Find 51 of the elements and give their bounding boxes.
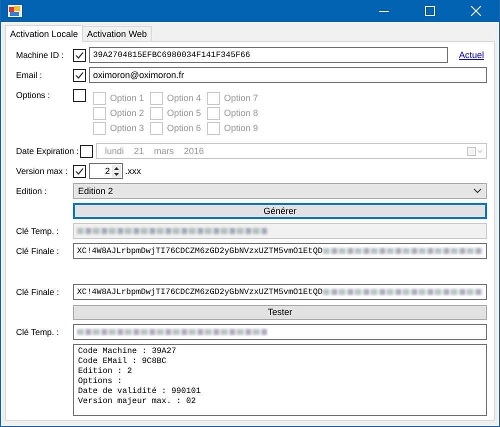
text-area[interactable]: Code Machine : 39A27 Code EMail : 9C8BC Edition : 2 Options : Date de validité : 990101 Version majeur max. : 02 bbox=[73, 344, 487, 416]
tab[interactable]: Activation Web bbox=[82, 26, 152, 41]
text-field[interactable]: XC!4W8AJLrbpmDwjTI76CDCZM6zGD2yGbNVzxUZTM5vmO1EtQD bbox=[73, 284, 487, 300]
calendar-icon bbox=[467, 146, 483, 156]
text-line: Date de validité : 990101 bbox=[78, 387, 202, 397]
date-part: 21 bbox=[134, 146, 144, 156]
option-label: Option 9 bbox=[224, 122, 258, 132]
text-field[interactable]: oximoron@oximoron.fr bbox=[89, 67, 487, 83]
version-suffix: .xxx bbox=[125, 166, 142, 176]
button[interactable]: Générer bbox=[73, 203, 487, 219]
text-field[interactable]: XC!4W8AJLrbpmDwjTI76CDCZM6zGD2yGbNVzxUZTM5vmO1EtQD bbox=[73, 243, 487, 259]
option-label: Option 5 bbox=[167, 108, 202, 118]
checkbox[interactable] bbox=[73, 164, 86, 178]
field-label: Date Expiration : bbox=[16, 146, 80, 156]
option-label: Option 7 bbox=[224, 92, 258, 102]
option-label: Option 3 bbox=[110, 122, 144, 132]
chevron-down-icon bbox=[473, 188, 482, 194]
option-label: Option 2 bbox=[110, 108, 144, 118]
number-spinner[interactable]: 2 bbox=[89, 163, 123, 179]
field-label: Machine ID : bbox=[16, 50, 65, 60]
date-part: lundi bbox=[104, 146, 124, 156]
maximize-icon bbox=[425, 6, 435, 16]
text-field[interactable]: 39A2704815EFBC6980034F141F345F66 bbox=[89, 47, 448, 63]
button[interactable]: Tester bbox=[73, 304, 487, 320]
edition-dropdown[interactable]: Edition 2 bbox=[73, 183, 487, 199]
field-label: Options : bbox=[16, 90, 52, 100]
checkbox[interactable] bbox=[73, 68, 86, 82]
field-label: Clé Finale : bbox=[16, 246, 60, 256]
option-label: Option 1 bbox=[110, 92, 144, 102]
option-label: Option 8 bbox=[224, 108, 258, 118]
tab[interactable]: Activation Locale bbox=[5, 25, 84, 42]
text-field[interactable] bbox=[73, 324, 487, 340]
field-label: Clé Temp. : bbox=[16, 327, 60, 337]
field-label: Edition : bbox=[16, 186, 48, 196]
text-line: Options : bbox=[78, 377, 124, 387]
date-part: mars bbox=[154, 146, 174, 156]
link[interactable]: Actuel bbox=[458, 50, 484, 60]
field-label: Clé Finale : bbox=[16, 287, 60, 297]
app-icon bbox=[8, 5, 22, 17]
field-label: Version max : bbox=[16, 166, 68, 176]
text-line: Code EMail : 9C8BC bbox=[78, 357, 168, 367]
field-label: Clé Temp. : bbox=[16, 226, 60, 236]
field-label: Email : bbox=[16, 70, 43, 80]
text-line: Code Machine : 39A27 bbox=[78, 347, 178, 357]
option-label: Option 6 bbox=[167, 122, 202, 132]
date-part: 2016 bbox=[184, 146, 204, 156]
option-label: Option 4 bbox=[167, 92, 202, 102]
checkbox[interactable] bbox=[73, 48, 86, 62]
close-icon bbox=[471, 6, 481, 16]
text-line: Edition : 2 bbox=[78, 367, 134, 377]
text-line: Version majeur max. : 02 bbox=[78, 397, 197, 407]
